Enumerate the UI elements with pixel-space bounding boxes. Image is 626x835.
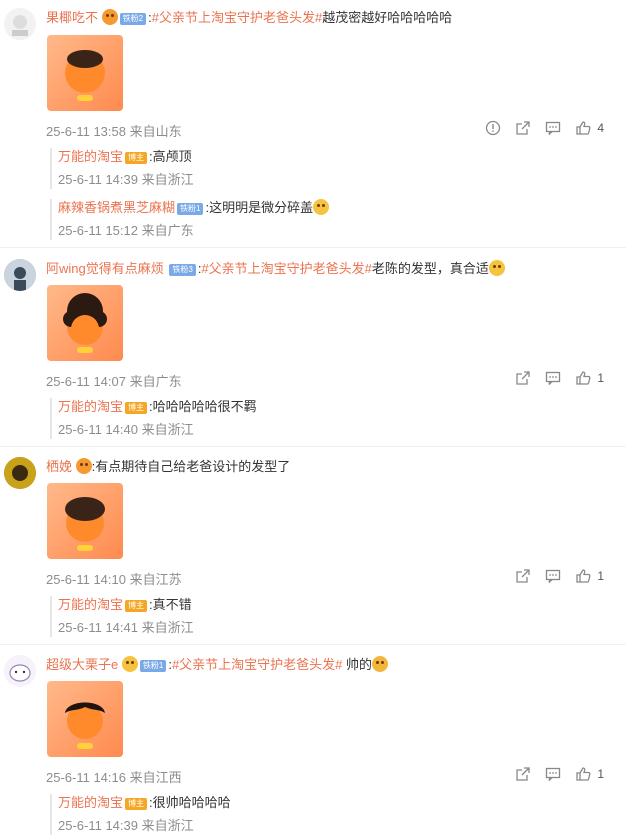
comment-icon[interactable]: [545, 120, 561, 136]
username[interactable]: 栖娩: [46, 459, 72, 474]
share-icon[interactable]: [515, 370, 531, 386]
share-icon[interactable]: [515, 766, 531, 782]
comment-icon[interactable]: [545, 370, 561, 386]
comment-header: 栖娩 :有点期待自己给老爸设计的发型了: [46, 458, 290, 476]
comment-actions: 1: [501, 766, 604, 782]
crown-emoji-icon: [101, 9, 118, 25]
reply-item: 万能的淘宝 博主:高颅顶 25-6-11 14:39 来自浙江: [50, 148, 598, 189]
topic-link[interactable]: #父亲节上淘宝守护老爸头发#: [172, 657, 342, 672]
divider: [0, 446, 626, 447]
crown-emoji-icon: [75, 458, 92, 474]
like-icon: [576, 121, 591, 135]
boss-badge: 博主: [125, 152, 148, 164]
username[interactable]: 超级大栗子e: [46, 657, 118, 672]
fan-badge: 铁粉1: [177, 203, 204, 215]
reply-text: :真不错: [149, 597, 192, 612]
report-icon[interactable]: [485, 120, 501, 136]
reply-text: :高颅顶: [149, 149, 192, 164]
fan-badge: 铁粉3: [169, 264, 196, 276]
comment-actions: 4: [471, 120, 604, 136]
comment-meta: 25-6-11 13:58 来自山东: [46, 124, 182, 139]
avatar[interactable]: [4, 259, 36, 291]
like-icon: [576, 371, 591, 385]
avatar[interactable]: [4, 655, 36, 687]
fan-badge: 铁粉1: [139, 660, 167, 672]
comment-meta: 25-6-11 14:16 来自江西: [46, 770, 182, 785]
like-count: 1: [597, 569, 604, 583]
reply-username[interactable]: 万能的淘宝: [58, 399, 123, 414]
smile-emoji-icon: [488, 260, 505, 276]
comment-icon[interactable]: [545, 766, 561, 782]
reply-meta: 25-6-11 14:40 来自浙江: [58, 422, 194, 437]
comment-image[interactable]: [47, 681, 123, 757]
divider: [0, 644, 626, 645]
reply-meta: 25-6-11 15:12 来自广东: [58, 223, 194, 238]
comment-text: 老陈的发型，真合适: [371, 261, 489, 276]
comment-actions: 1: [501, 568, 604, 584]
comment-header: 阿wing觉得有点麻烦 铁粉3:#父亲节上淘宝守护老爸头发#老陈的发型，真合适: [46, 260, 505, 278]
avatar[interactable]: [4, 457, 36, 489]
reply-text: :很帅哈哈哈哈: [149, 795, 231, 810]
comment-actions: 1: [501, 370, 604, 386]
share-icon[interactable]: [515, 120, 531, 136]
reply-meta: 25-6-11 14:39 来自浙江: [58, 818, 194, 833]
heart-emoji-icon: [121, 656, 138, 672]
avatar[interactable]: [4, 8, 36, 40]
boss-badge: 博主: [125, 600, 148, 612]
comment-meta: 25-6-11 14:10 来自江苏: [46, 572, 182, 587]
like-count: 1: [597, 371, 604, 385]
reply-item: 万能的淘宝 博主:真不错 25-6-11 14:41 来自浙江: [50, 596, 598, 637]
reply-username[interactable]: 万能的淘宝: [58, 149, 123, 164]
boss-badge: 博主: [125, 402, 148, 414]
reply-item: 万能的淘宝 博主:哈哈哈哈哈很不羁 25-6-11 14:40 来自浙江: [50, 398, 598, 439]
reply-text: :哈哈哈哈哈很不羁: [149, 399, 257, 414]
username[interactable]: 果椰吃不: [46, 10, 98, 25]
reply-item: 万能的淘宝 博主:很帅哈哈哈哈 25-6-11 14:39 来自浙江: [50, 794, 598, 835]
reply-meta: 25-6-11 14:41 来自浙江: [58, 620, 194, 635]
reply-username[interactable]: 麻辣香锅煮黑芝麻糊: [58, 200, 175, 215]
topic-link[interactable]: #父亲节上淘宝守护老爸头发#: [201, 261, 371, 276]
username[interactable]: 阿wing觉得有点麻烦: [46, 261, 164, 276]
comment-meta: 25-6-11 14:07 来自广东: [46, 374, 182, 389]
share-icon[interactable]: [515, 568, 531, 584]
fan-badge: 铁粉2: [119, 13, 147, 25]
comment-image[interactable]: [47, 285, 123, 361]
reply-item: 麻辣香锅煮黑芝麻糊 铁粉1:这明明是微分碎盖 25-6-11 15:12 来自广东: [50, 199, 598, 240]
like-count: 1: [597, 767, 604, 781]
like-icon: [576, 767, 591, 781]
like-count: 4: [597, 121, 604, 135]
reply-username[interactable]: 万能的淘宝: [58, 597, 123, 612]
reply-text: :这明明是微分碎盖: [205, 200, 314, 215]
comment-icon[interactable]: [545, 568, 561, 584]
comment-header: 果椰吃不 铁粉2:#父亲节上淘宝守护老爸头发#越茂密越好哈哈哈哈哈: [46, 9, 453, 25]
comment-text: 越茂密越好哈哈哈哈哈: [322, 10, 453, 25]
smile-emoji-icon: [313, 199, 330, 215]
comment-text: :有点期待自己给老爸设计的发型了: [91, 459, 291, 474]
divider: [0, 247, 626, 248]
like-button[interactable]: 4: [575, 120, 604, 136]
like-icon: [576, 569, 591, 583]
reply-meta: 25-6-11 14:39 来自浙江: [58, 172, 194, 187]
topic-link[interactable]: #父亲节上淘宝守护老爸头发#: [152, 10, 322, 25]
like-button[interactable]: 1: [575, 766, 604, 782]
like-button[interactable]: 1: [575, 568, 604, 584]
comment-text: 帅的: [342, 657, 373, 672]
boss-badge: 博主: [125, 798, 148, 810]
comment-image[interactable]: [47, 35, 123, 111]
reply-username[interactable]: 万能的淘宝: [58, 795, 123, 810]
like-button[interactable]: 1: [575, 370, 604, 386]
comment-header: 超级大栗子e 铁粉1:#父亲节上淘宝守护老爸头发# 帅的: [46, 656, 389, 674]
blush-emoji-icon: [372, 656, 389, 672]
comment-image[interactable]: [47, 483, 123, 559]
